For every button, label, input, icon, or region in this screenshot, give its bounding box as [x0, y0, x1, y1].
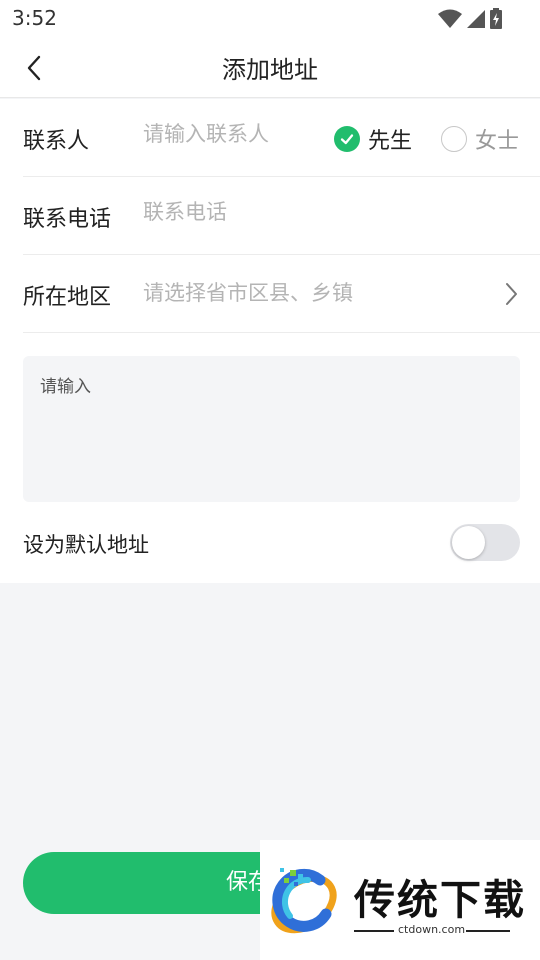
- app-header: 添加地址: [0, 38, 540, 98]
- gender-option-mr[interactable]: 先生: [334, 123, 412, 155]
- divider: [466, 930, 510, 932]
- radio-checked-icon: [334, 126, 360, 152]
- contact-row: 联系人 先生 女士: [0, 99, 540, 177]
- battery-icon: [490, 8, 502, 29]
- region-label: 所在地区: [23, 285, 112, 310]
- watermark-title: 传统下载: [354, 876, 526, 924]
- phone-label: 联系电话: [23, 207, 112, 232]
- contact-input[interactable]: [143, 119, 323, 149]
- watermark-logo-icon: [271, 868, 337, 934]
- chevron-right-icon: [506, 283, 517, 305]
- divider: [23, 332, 540, 333]
- status-bar: 3:52: [0, 0, 540, 38]
- radio-unchecked-icon: [441, 126, 467, 152]
- gender-option-ms[interactable]: 女士: [441, 123, 519, 155]
- region-placeholder: 请选择省市区县、乡镇: [143, 281, 353, 305]
- default-address-label: 设为默认地址: [23, 533, 149, 557]
- wifi-icon: [438, 9, 462, 28]
- default-address-toggle[interactable]: [450, 524, 520, 561]
- status-time: 3:52: [12, 6, 57, 30]
- contact-label: 联系人: [23, 129, 90, 154]
- gender-option-label: 女士: [475, 129, 520, 154]
- region-row[interactable]: 所在地区 请选择省市区县、乡镇: [0, 255, 540, 333]
- address-form: 联系人 先生 女士 联系电话 所在地区 请选择省市区县、乡镇 设为默认地址: [0, 99, 540, 583]
- gender-option-label: 先生: [368, 129, 413, 154]
- phone-row: 联系电话: [0, 177, 540, 255]
- address-detail-box: [23, 356, 520, 502]
- phone-input[interactable]: [143, 197, 323, 227]
- address-detail-input[interactable]: [23, 356, 520, 502]
- toggle-knob: [452, 526, 485, 559]
- watermark: 传统下载 ctdown.com: [260, 840, 540, 960]
- page-title: 添加地址: [222, 56, 318, 84]
- signal-icon: [467, 10, 485, 28]
- status-icons: [438, 8, 504, 30]
- divider: [354, 930, 394, 932]
- watermark-url: ctdown.com: [398, 923, 466, 936]
